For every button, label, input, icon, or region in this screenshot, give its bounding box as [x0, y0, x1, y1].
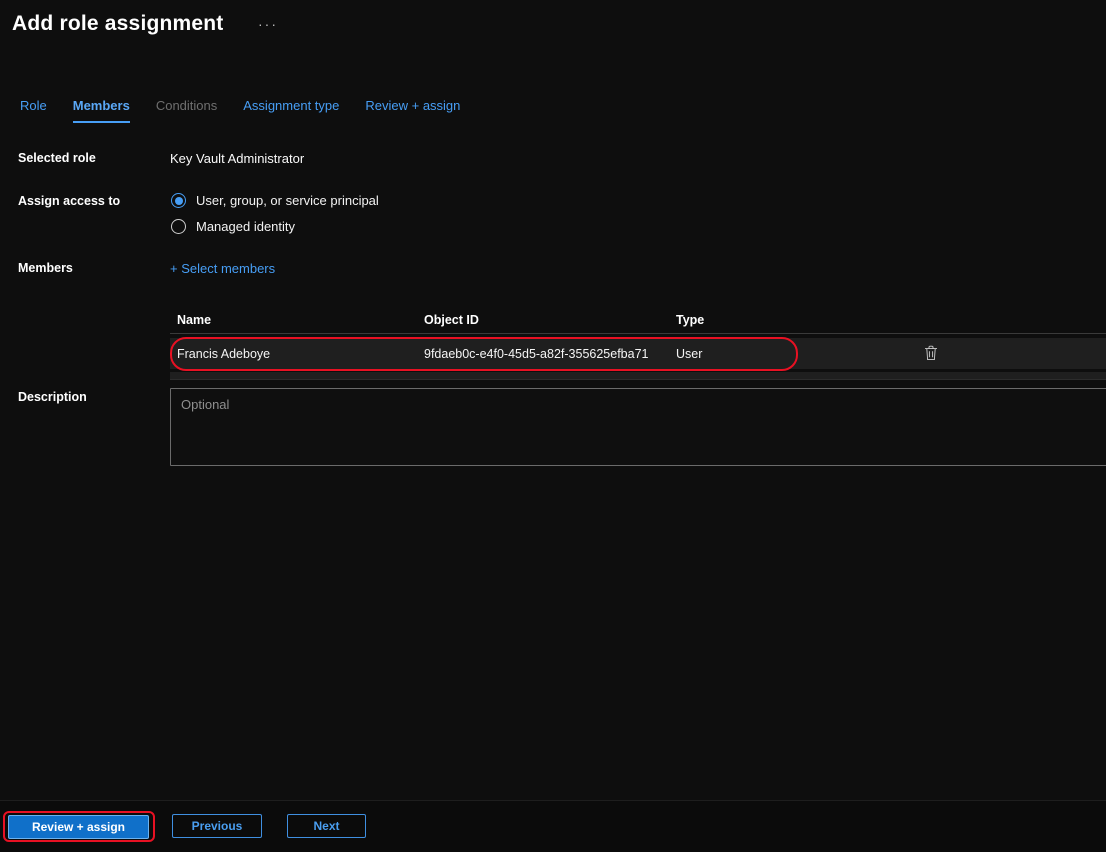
add-role-assignment-page: { "colors": { "accent_blue": "#479ef5", … [0, 0, 1106, 852]
tab-bar: Role Members Conditions Assignment type … [20, 98, 460, 123]
radio-unselected-icon [171, 219, 186, 234]
radio-selected-icon [171, 193, 186, 208]
more-options-icon[interactable]: ··· [258, 16, 278, 32]
description-label: Description [18, 390, 87, 404]
assign-access-label: Assign access to [18, 194, 121, 208]
selected-role-label: Selected role [18, 151, 96, 165]
members-table-header: Name Object ID Type [170, 306, 1106, 334]
member-name-cell: Francis Adeboye [177, 346, 271, 361]
members-label: Members [18, 261, 73, 275]
radio-managed-label: Managed identity [196, 219, 296, 234]
tab-review-assign[interactable]: Review + assign [365, 98, 460, 123]
footer-bar [0, 800, 1106, 852]
tab-assignment-type[interactable]: Assignment type [243, 98, 339, 123]
tab-members[interactable]: Members [72, 98, 130, 123]
radio-user-group-service-principal[interactable]: User, group, or service principal [171, 193, 379, 208]
trash-icon [925, 345, 937, 361]
next-button[interactable]: Next [287, 814, 366, 838]
column-header-name: Name [177, 312, 212, 327]
tab-conditions: Conditions [155, 98, 218, 113]
radio-managed-identity[interactable]: Managed identity [171, 219, 295, 234]
radio-user-label: User, group, or service principal [196, 193, 379, 208]
page-title: Add role assignment [12, 12, 224, 35]
select-members-link[interactable]: + Select members [170, 261, 275, 276]
table-empty-strip [170, 372, 1106, 380]
description-textarea[interactable] [170, 388, 1106, 466]
previous-button[interactable]: Previous [172, 814, 262, 838]
tab-role[interactable]: Role [20, 98, 47, 123]
delete-member-button[interactable] [920, 342, 942, 364]
column-header-type: Type [676, 312, 705, 327]
table-row[interactable]: Francis Adeboye 9fdaeb0c-e4f0-45d5-a82f-… [170, 338, 1106, 369]
members-table: Name Object ID Type Francis Adeboye 9fda… [170, 306, 1106, 380]
selected-role-value: Key Vault Administrator [170, 151, 305, 166]
review-assign-button[interactable]: Review + assign [8, 815, 149, 839]
column-header-object-id: Object ID [424, 312, 479, 327]
member-type-cell: User [676, 346, 703, 361]
member-object-id-cell: 9fdaeb0c-e4f0-45d5-a82f-355625efba71 [424, 346, 649, 361]
